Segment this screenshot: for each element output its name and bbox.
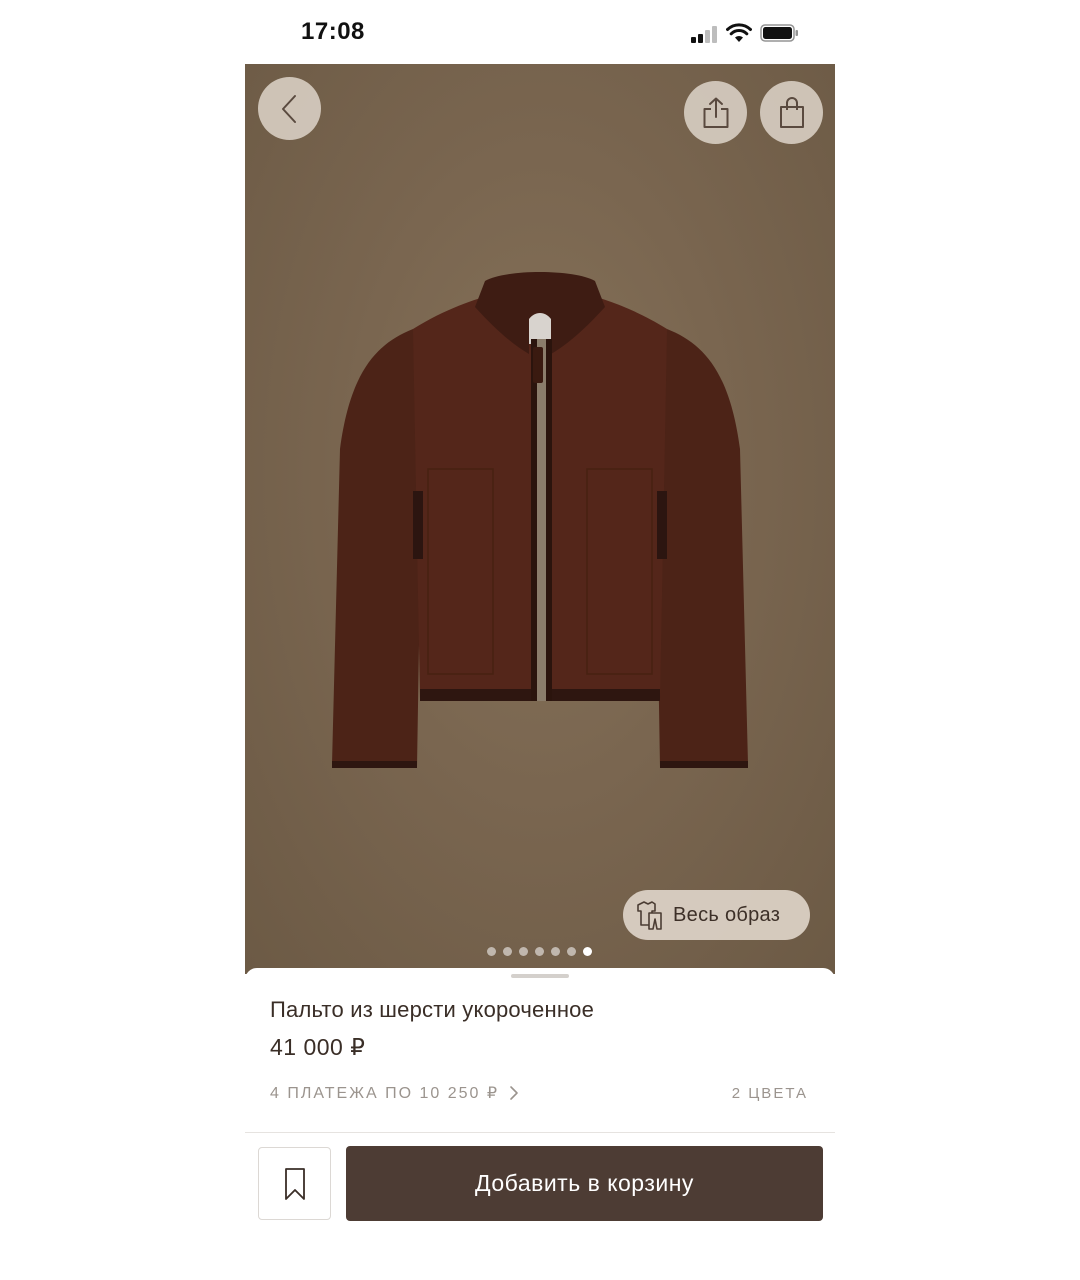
- carousel-dot-active[interactable]: [583, 947, 592, 956]
- full-look-label: Весь образ: [673, 903, 781, 926]
- share-button[interactable]: [684, 81, 747, 144]
- carousel-dot[interactable]: [503, 947, 512, 956]
- divider: [245, 1132, 835, 1133]
- shopping-bag-icon: [779, 96, 804, 128]
- installments-link[interactable]: 4 ПЛАТЕЖА ПО 10 250 ₽: [270, 1083, 519, 1103]
- carousel-indicator: [487, 947, 592, 956]
- battery-icon: [760, 24, 798, 42]
- colors-link[interactable]: 2 ЦВЕТА: [732, 1085, 808, 1102]
- carousel-dot[interactable]: [567, 947, 576, 956]
- chevron-right-icon: [510, 1086, 518, 1100]
- installments-label: 4 ПЛАТЕЖА ПО 10 250 ₽: [270, 1085, 500, 1102]
- product-price: 41 000 ₽: [270, 1034, 366, 1060]
- product-image: [332, 272, 748, 768]
- full-look-button[interactable]: Весь образ: [623, 890, 810, 940]
- carousel-dot[interactable]: [519, 947, 528, 956]
- status-bar: 17:08: [245, 0, 835, 64]
- product-image-carousel[interactable]: Весь образ: [245, 64, 835, 974]
- back-button[interactable]: [258, 77, 321, 140]
- product-info-sheet: Пальто из шерсти укороченное 41 000 ₽ 4 …: [245, 968, 835, 1280]
- status-time: 17:08: [301, 18, 365, 45]
- wifi-icon: [726, 23, 752, 42]
- product-title: Пальто из шерсти укороченное: [270, 997, 595, 1022]
- add-to-cart-button[interactable]: Добавить в корзину: [346, 1146, 823, 1221]
- carousel-dot[interactable]: [551, 947, 560, 956]
- bookmark-icon: [284, 1167, 305, 1200]
- carousel-dot[interactable]: [535, 947, 544, 956]
- favorite-button[interactable]: [258, 1147, 331, 1220]
- chevron-left-icon: [281, 94, 296, 123]
- cellular-signal-icon: [691, 25, 719, 43]
- share-icon: [703, 97, 728, 128]
- carousel-dot[interactable]: [487, 947, 496, 956]
- product-screen: 17:08 Весь образ Пальто из шерсти укороч…: [245, 0, 835, 1280]
- sheet-grabber[interactable]: [511, 974, 569, 978]
- cart-button[interactable]: [760, 81, 823, 144]
- outfit-icon: [637, 901, 662, 930]
